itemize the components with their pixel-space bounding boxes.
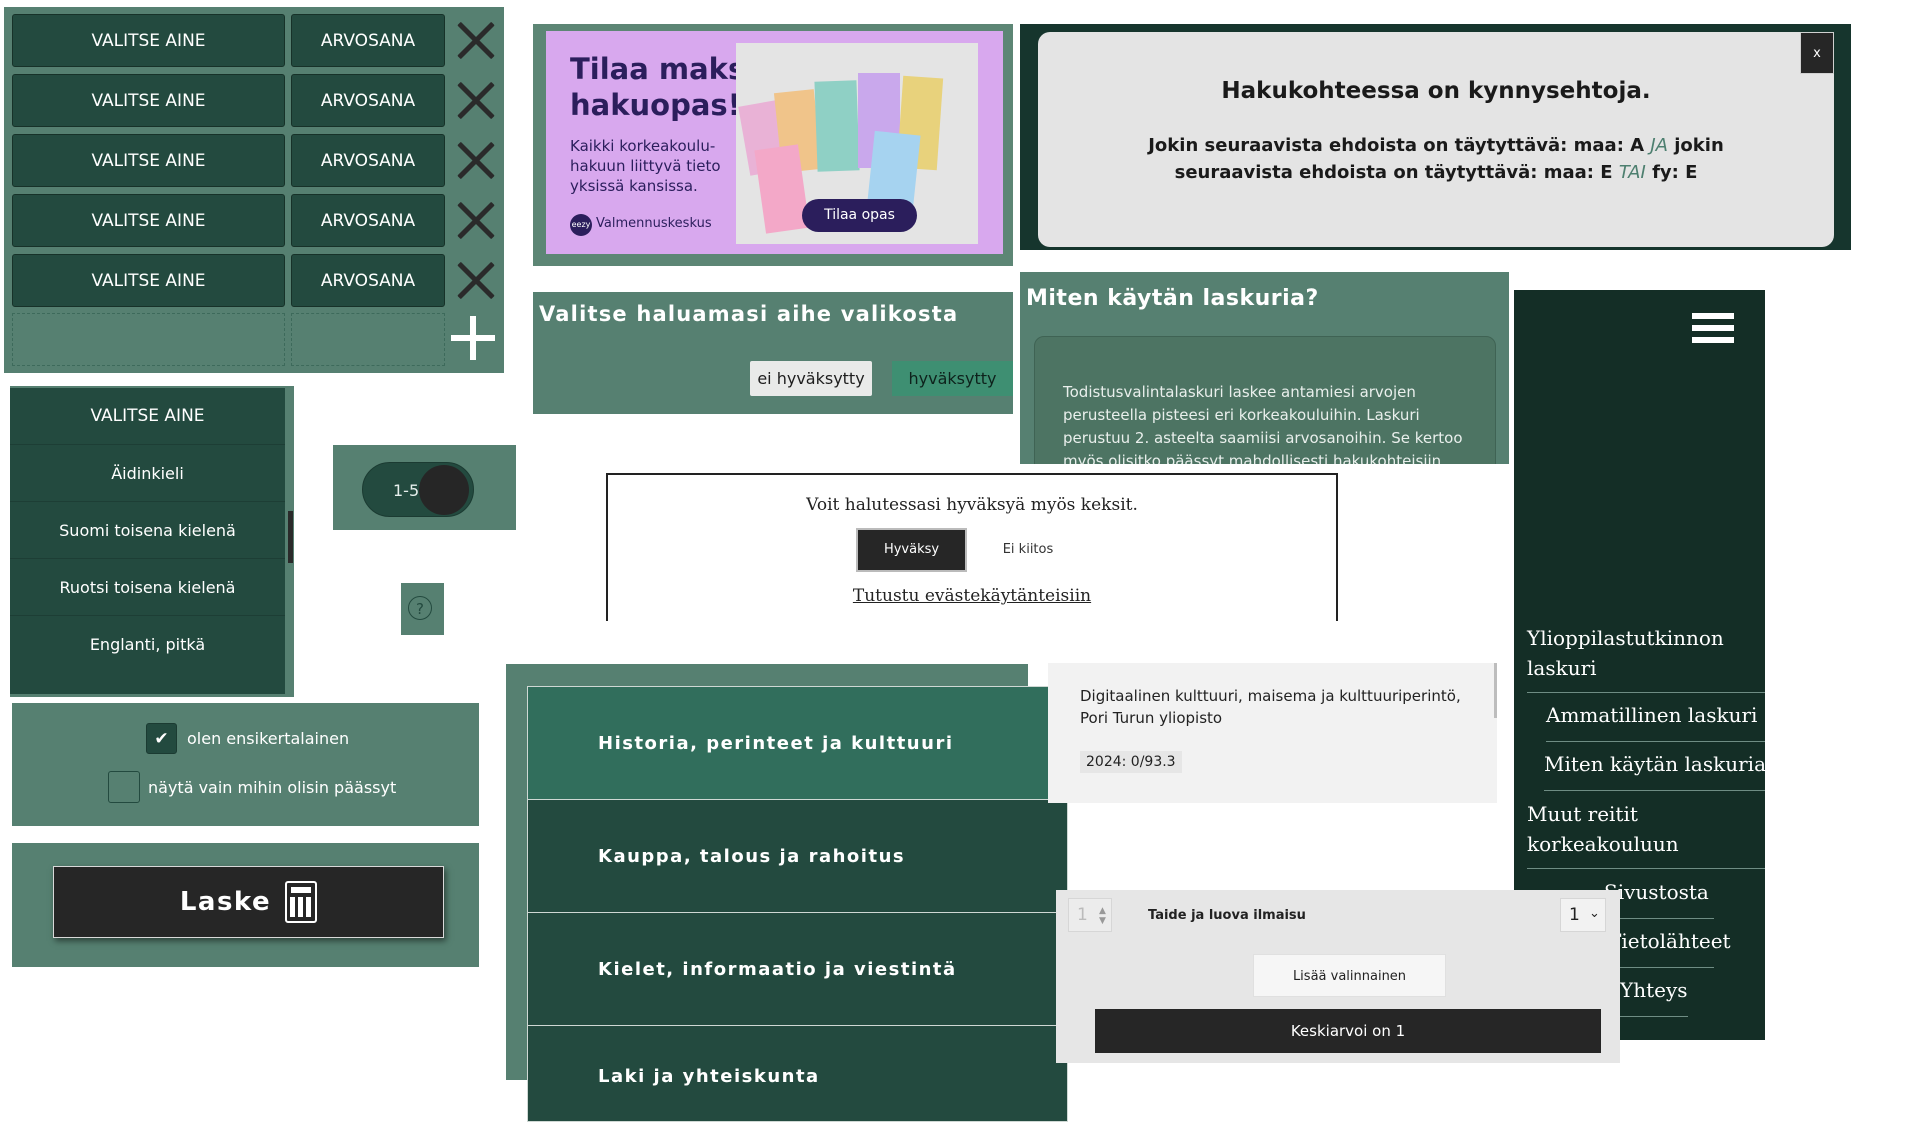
- close-icon[interactable]: [452, 198, 496, 242]
- subject-dropdown: VALITSE AINE Äidinkieli Suomi toisena ki…: [10, 386, 294, 697]
- divider: [1604, 918, 1714, 919]
- subject-select[interactable]: VALITSE AINE: [12, 254, 285, 307]
- calculate-button[interactable]: Laske: [53, 866, 444, 938]
- scale-toggle[interactable]: 1-5: [362, 462, 474, 517]
- close-icon[interactable]: [452, 138, 496, 182]
- first-timer-label: olen ensikertalainen: [187, 729, 350, 748]
- subject-select[interactable]: VALITSE AINE: [12, 194, 285, 247]
- cookie-decline-button[interactable]: Ei kiitos: [983, 530, 1073, 570]
- grade-select[interactable]: ARVOSANA: [291, 254, 445, 307]
- elective-grade-select[interactable]: 1 ⌄: [1560, 898, 1606, 932]
- divider: [1546, 741, 1765, 742]
- dropdown-item[interactable]: VALITSE AINE: [10, 388, 285, 445]
- modal-close-button[interactable]: x: [1800, 32, 1834, 74]
- grade-select[interactable]: ARVOSANA: [291, 74, 445, 127]
- divider: [1620, 1016, 1688, 1017]
- subject-item[interactable]: Kielet, informaatio ja viestintä: [527, 912, 1068, 1026]
- grade-select[interactable]: ARVOSANA: [291, 134, 445, 187]
- empty-grade-slot[interactable]: [291, 313, 445, 366]
- calculate-label: Laske: [179, 887, 272, 917]
- nav-link-sources[interactable]: Tietolähteet: [1608, 929, 1731, 953]
- result-card[interactable]: Digitaalinen kulttuuri, maisema ja kultt…: [1048, 663, 1497, 803]
- cookie-banner: Voit halutessasi hyväksyä myös keksit. H…: [606, 473, 1338, 621]
- howto-card: Todistusvalintalaskuri laskee antamiesi …: [1034, 336, 1496, 464]
- divider: [1608, 967, 1714, 968]
- filter-title: Valitse haluamasi aihe valikosta: [539, 302, 959, 326]
- toggle-knob: [419, 465, 469, 515]
- close-icon[interactable]: [452, 258, 496, 302]
- stepper-arrows-icon[interactable]: ▲ ▼: [1099, 906, 1106, 926]
- average-display: Keskiarvoi on 1: [1095, 1009, 1601, 1053]
- close-icon[interactable]: [452, 78, 496, 122]
- howto-panel: Miten käytän laskuria? Todistusvalintala…: [1020, 272, 1509, 464]
- cookie-policy-link[interactable]: Tutustu evästekäytänteisiin: [608, 586, 1336, 606]
- dropdown-item[interactable]: Englanti, pitkä: [10, 616, 285, 672]
- subject-item[interactable]: Laki ja yhteiskunta: [527, 1025, 1068, 1122]
- subject-select[interactable]: VALITSE AINE: [12, 14, 285, 67]
- modal-conditions: Jokin seuraavista ehdoista on täytyttävä…: [1148, 135, 1724, 183]
- hamburger-icon[interactable]: [1692, 313, 1734, 343]
- ad-brand: Valmennuskeskus: [596, 216, 712, 231]
- help-icon: ?: [408, 596, 432, 620]
- empty-subject-slot[interactable]: [12, 313, 285, 366]
- nav-link-vocational-calculator[interactable]: Ammatillinen laskuri: [1546, 703, 1757, 727]
- only-admitted-label: näytä vain mihin olisin päässyt: [148, 778, 397, 797]
- dropdown-item[interactable]: Äidinkieli: [10, 445, 285, 502]
- subject-select[interactable]: VALITSE AINE: [12, 74, 285, 127]
- scrollbar[interactable]: [1494, 663, 1497, 718]
- divider: [1527, 868, 1765, 869]
- first-timer-checkbox[interactable]: ✔: [146, 723, 177, 754]
- dropdown-item[interactable]: Ruotsi toisena kielenä: [10, 559, 285, 616]
- plus-icon[interactable]: [451, 316, 495, 360]
- options-panel: [12, 703, 479, 826]
- divider: [1544, 790, 1765, 791]
- elective-panel: 1 ▲ ▼ Taide ja luova ilmaisu 1 ⌄ Lisää va…: [1056, 890, 1620, 1063]
- ad-body: Kaikki korkeakoulu- hakuun liittyvä tiet…: [570, 137, 721, 195]
- subject-select[interactable]: VALITSE AINE: [12, 134, 285, 187]
- elective-subject: Taide ja luova ilmaisu: [1148, 908, 1306, 923]
- close-icon[interactable]: [452, 18, 496, 62]
- result-program: Digitaalinen kulttuuri, maisema ja kultt…: [1080, 687, 1461, 727]
- help-button[interactable]: ?: [401, 583, 444, 635]
- calculator-icon: [285, 881, 318, 923]
- ad-banner[interactable]: Tilaa maksuton hakuopas! Kaikki korkeako…: [533, 24, 1013, 266]
- subject-item[interactable]: Historia, perinteet ja kulttuuri: [527, 686, 1068, 800]
- modal-title: Hakukohteessa on kynnysehtoja.: [1221, 78, 1651, 104]
- cookie-text: Voit halutessasi hyväksyä myös keksit.: [806, 495, 1138, 515]
- nav-link-howto[interactable]: Miten käytän laskuria: [1544, 752, 1766, 776]
- add-elective-button[interactable]: Lisää valinnainen: [1253, 954, 1446, 997]
- howto-body: Todistusvalintalaskuri laskee antamiesi …: [1063, 383, 1463, 464]
- quantity-stepper[interactable]: 1 ▲ ▼: [1068, 898, 1112, 932]
- accepted-button[interactable]: hyväksytty: [892, 361, 1013, 396]
- cookie-accept-button[interactable]: Hyväksy: [858, 530, 965, 570]
- scrollbar[interactable]: [288, 511, 293, 563]
- order-guide-button[interactable]: Tilaa opas: [802, 199, 917, 232]
- grade-select[interactable]: ARVOSANA: [291, 194, 445, 247]
- chevron-down-icon: ⌄: [1589, 906, 1600, 921]
- nav-link-matriculation-calculator[interactable]: Ylioppilastutkinnon laskuri: [1527, 623, 1724, 683]
- howto-title: Miten käytän laskuria?: [1026, 286, 1319, 311]
- subject-item[interactable]: Kauppa, talous ja rahoitus: [527, 799, 1068, 913]
- score-badge: 2024: 0/93.3: [1080, 751, 1182, 773]
- dropdown-item[interactable]: Suomi toisena kielenä: [10, 502, 285, 559]
- brand-logo: eezy: [570, 214, 592, 236]
- threshold-modal: Hakukohteessa on kynnysehtoja. Jokin seu…: [1038, 32, 1834, 247]
- only-admitted-checkbox[interactable]: [108, 771, 140, 803]
- nav-link-contact[interactable]: Yhteys: [1620, 978, 1688, 1002]
- nav-link-other-routes[interactable]: Muut reitit korkeakouluun: [1527, 799, 1679, 859]
- toggle-label: 1-5: [393, 481, 420, 500]
- not-accepted-button[interactable]: ei hyväksytty: [750, 361, 872, 396]
- divider: [1527, 692, 1765, 693]
- grade-select[interactable]: ARVOSANA: [291, 14, 445, 67]
